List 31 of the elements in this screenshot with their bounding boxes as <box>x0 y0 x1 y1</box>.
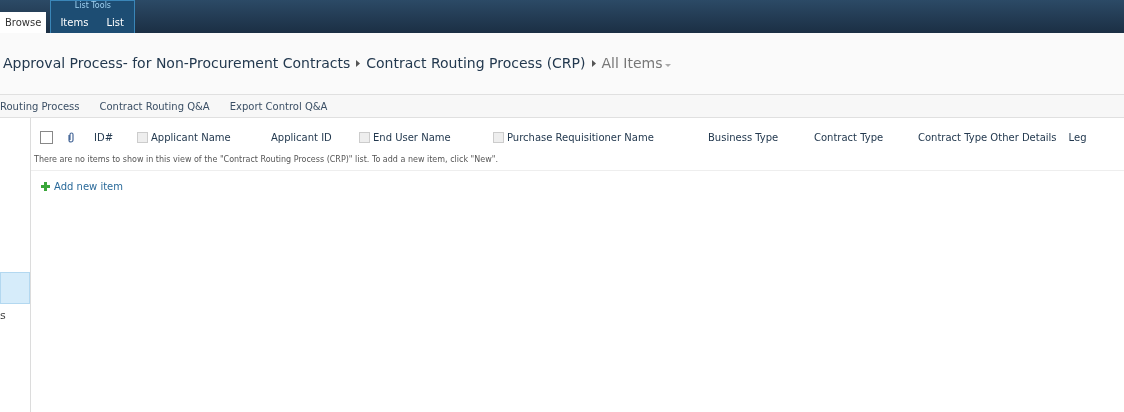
nav-link[interactable]: Export Control Q&A <box>229 98 328 114</box>
sidebar-item[interactable]: s <box>0 304 30 328</box>
column-header[interactable]: Contract Type Other Details <box>918 129 1069 145</box>
column-header[interactable]: Applicant ID <box>271 129 344 145</box>
ribbon-tab[interactable]: Items <box>51 12 98 33</box>
column-header[interactable]: ID# <box>94 129 126 145</box>
column-header[interactable]: End User Name <box>373 129 463 145</box>
group-title: List Tools <box>74 1 112 11</box>
add-item-link[interactable]: Add new item <box>41 179 123 194</box>
plus-icon <box>41 182 50 191</box>
paperclip-icon <box>67 131 75 143</box>
list-link[interactable]: Contract Routing Process (CRP) <box>366 53 586 74</box>
nav-link[interactable]: Routing Process <box>0 98 80 114</box>
arrow-icon <box>356 60 361 67</box>
column-header[interactable]: Leg <box>1068 129 1099 145</box>
column-header[interactable]: Purchase Requisitioner Name <box>507 129 666 145</box>
column-header[interactable]: Contract Type <box>814 129 896 145</box>
caret-icon <box>665 63 672 67</box>
column-header[interactable]: Applicant Name <box>151 129 243 145</box>
view-selector[interactable]: All Items <box>601 53 672 74</box>
field-icon <box>137 131 148 143</box>
ribbon-tab[interactable]: Browse <box>0 12 47 33</box>
field-icon <box>359 131 370 143</box>
nav-link[interactable]: Contract Routing Q&A <box>99 98 210 114</box>
ribbon-tab[interactable]: List <box>97 12 133 33</box>
empty-message: There are no items to show in this view of the "Contract Routing Process (CRP)" list. To add a new item, click "New". <box>31 154 1124 171</box>
column-header[interactable]: Business Type <box>708 129 791 145</box>
site-link[interactable]: Approval Process- for Non-Procurement Contracts <box>3 53 351 74</box>
select-all-checkbox[interactable] <box>40 130 53 144</box>
field-icon <box>493 131 504 143</box>
arrow-icon <box>591 60 596 67</box>
